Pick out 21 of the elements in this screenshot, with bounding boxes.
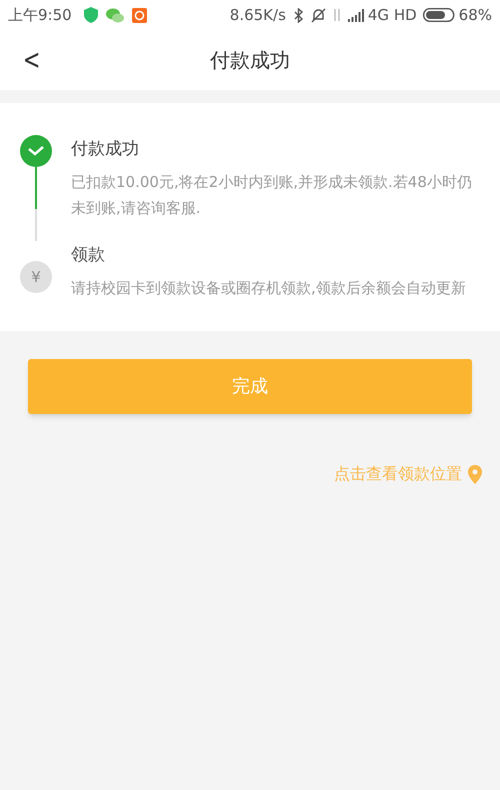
step-description: 请持校园卡到领款设备或圈存机领款,领款后余额会自动更新 xyxy=(71,278,467,299)
location-link[interactable]: 点击查看领款位置 xyxy=(334,462,462,486)
app-icon xyxy=(132,8,147,22)
network-type: 4G HD xyxy=(368,4,417,26)
battery-icon xyxy=(422,8,455,22)
shield-icon xyxy=(84,7,98,23)
page-title: 付款成功 xyxy=(210,47,290,74)
data-arrows-icon xyxy=(332,8,342,22)
status-time: 上午9:50 xyxy=(8,4,72,26)
battery-percent: 68% xyxy=(458,4,492,26)
network-speed: 8.65K/s xyxy=(230,4,286,26)
signal-icon xyxy=(348,8,364,22)
step-title: 领款 xyxy=(71,244,106,267)
location-pin-icon xyxy=(468,464,482,484)
step-title: 付款成功 xyxy=(71,138,140,161)
step-description: 已扣款10.00元,将在2小时内到账,并形成未领款.若48小时仍未到账,请咨询客服. xyxy=(71,172,473,219)
done-button[interactable]: 完成 xyxy=(28,359,472,414)
muted-bell-icon xyxy=(310,8,326,22)
chat-icon xyxy=(106,8,124,22)
bluetooth-icon xyxy=(294,8,303,22)
back-button[interactable]: < xyxy=(22,46,41,74)
